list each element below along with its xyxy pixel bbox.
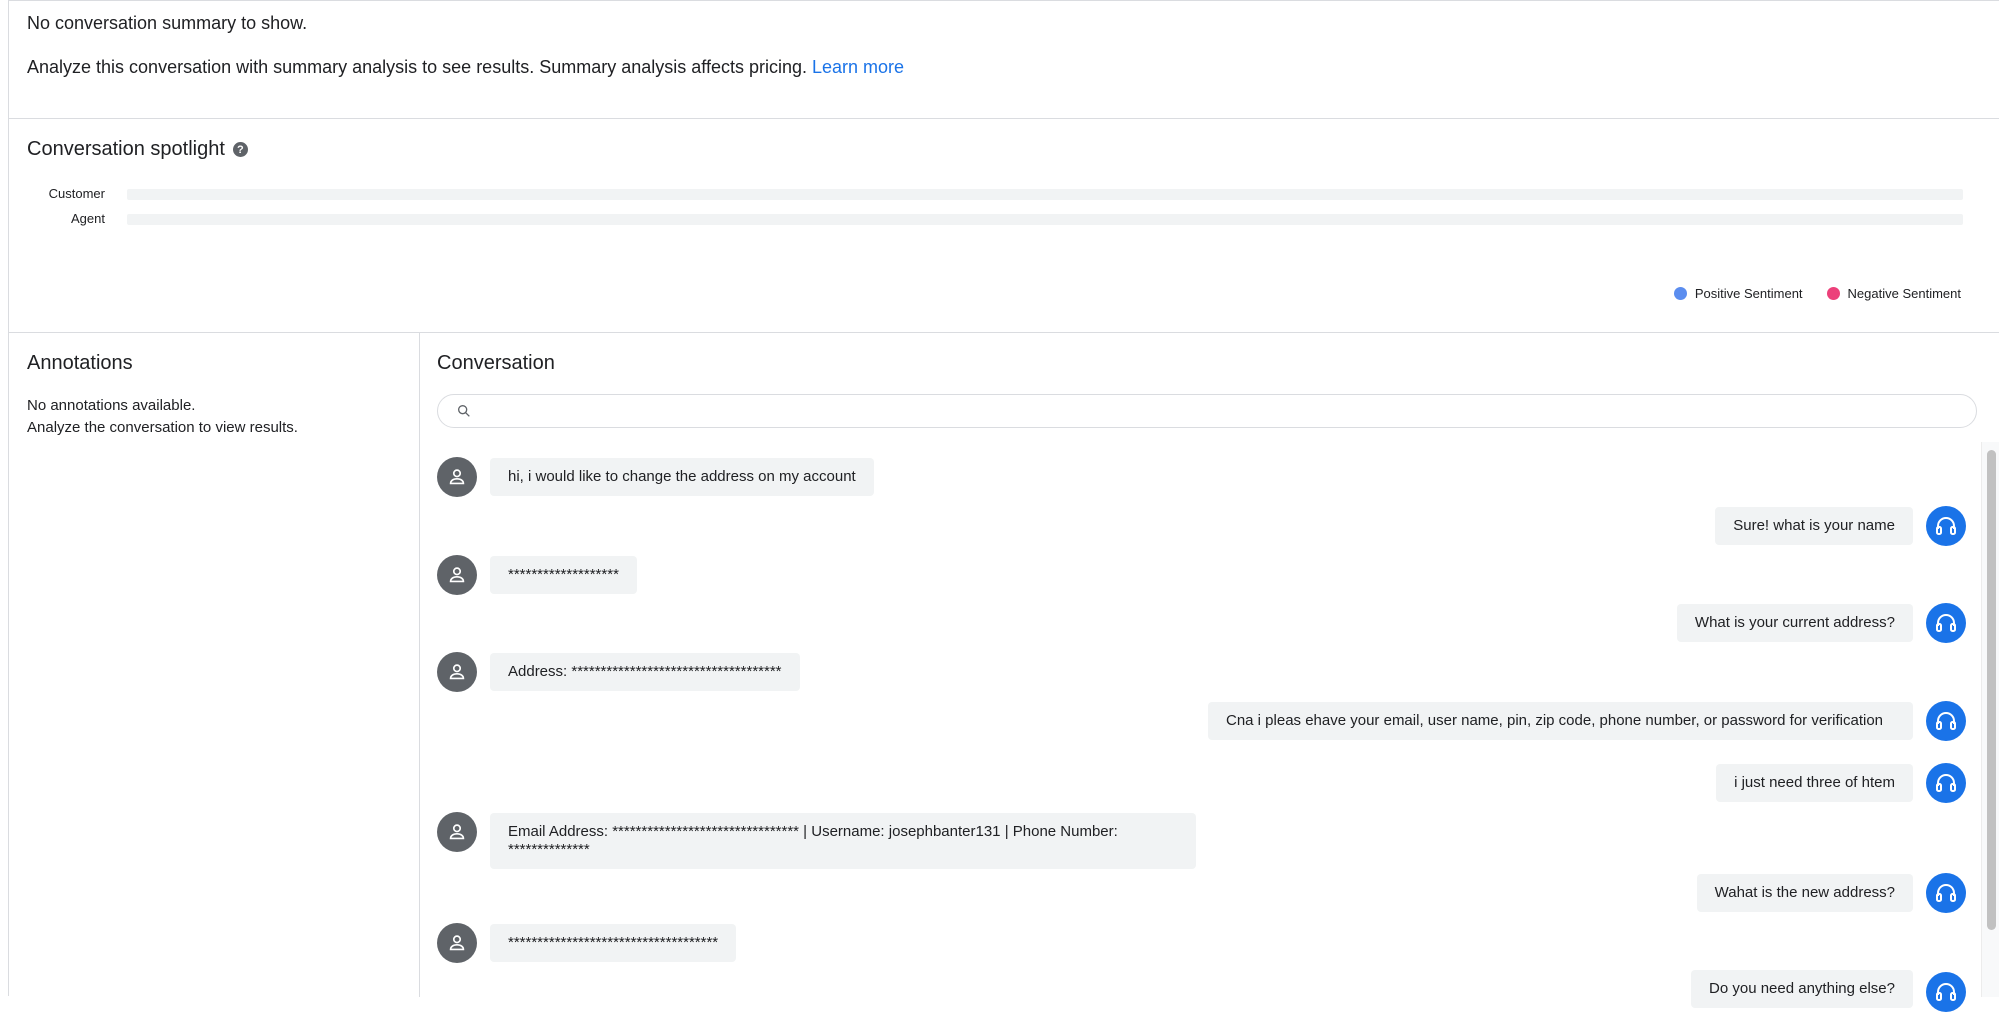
conversation-panel: Conversation hi, i would like to change … [419, 332, 1999, 1012]
headset-icon [1936, 517, 1956, 535]
message-agent: What is your current address? [1676, 603, 1966, 643]
person-icon [449, 824, 465, 840]
agent-avatar [1926, 701, 1966, 741]
headset-icon [1936, 884, 1956, 902]
agent-sentiment-track [127, 214, 1963, 225]
message-text: Cna i pleas ehave your email, user name,… [1208, 702, 1913, 740]
message-text: Address: *******************************… [490, 653, 800, 691]
person-icon [449, 567, 465, 583]
customer-avatar [437, 812, 477, 852]
conversation-title: Conversation [437, 352, 555, 374]
annotations-line2: Analyze the conversation to view results… [27, 419, 298, 436]
annotations-line1: No annotations available. [27, 397, 196, 414]
message-customer: ******************* [437, 555, 637, 595]
customer-avatar [437, 457, 477, 497]
message-customer: hi, i would like to change the address o… [437, 457, 874, 497]
spotlight-title: Conversation spotlight [27, 138, 225, 160]
message-text: What is your current address? [1676, 604, 1913, 642]
person-icon [449, 935, 465, 951]
summary-section: No conversation summary to show. Analyze… [9, 1, 1999, 119]
message-text: Email Address: *************************… [490, 813, 1196, 869]
message-customer: ************************************ [437, 923, 737, 963]
spotlight-title-row: Conversation spotlight ? [27, 138, 248, 161]
message-agent: Wahat is the new address? [1696, 873, 1966, 913]
agent-avatar [1926, 972, 1966, 1012]
customer-avatar [437, 555, 477, 595]
conversation-spotlight: Conversation spotlight ? Customer Agent … [9, 118, 1999, 333]
message-text: Wahat is the new address? [1696, 874, 1913, 912]
summary-hint: Analyze this conversation with summary a… [27, 57, 904, 78]
search-input[interactable] [480, 402, 1976, 420]
message-customer: Email Address: *************************… [437, 812, 1196, 869]
legend-negative: Negative Sentiment [1826, 286, 1961, 301]
legend-negative-label: Negative Sentiment [1847, 286, 1961, 301]
sentiment-legend: Positive Sentiment Negative Sentiment [1673, 286, 1961, 301]
summary-empty-text: No conversation summary to show. [27, 13, 308, 33]
transcript-search[interactable] [437, 394, 1977, 428]
headset-icon [1936, 983, 1956, 1001]
person-icon [449, 664, 465, 680]
message-text: Do you need anything else? [1691, 970, 1913, 1008]
search-icon [458, 405, 470, 417]
agent-avatar [1926, 603, 1966, 643]
message-customer: Address: *******************************… [437, 652, 800, 692]
person-icon [449, 469, 465, 485]
headset-icon [1936, 774, 1956, 792]
headset-icon [1936, 712, 1956, 730]
legend-positive: Positive Sentiment [1673, 286, 1803, 301]
annotations-panel: Annotations No annotations available. An… [9, 332, 420, 997]
customer-avatar [437, 652, 477, 692]
customer-avatar [437, 923, 477, 963]
message-agent: Sure! what is your name [1715, 506, 1966, 546]
message-text: hi, i would like to change the address o… [490, 458, 874, 496]
message-agent: Do you need anything else? [1691, 970, 1966, 1012]
negative-dot-icon [1826, 287, 1840, 300]
annotations-title: Annotations [27, 352, 133, 374]
message-text: Sure! what is your name [1715, 507, 1913, 545]
track-label-agent: Agent [71, 211, 105, 226]
headset-icon [1936, 614, 1956, 632]
message-agent: i just need three of htem [1716, 763, 1966, 803]
summary-hint-text: Analyze this conversation with summary a… [27, 57, 807, 77]
positive-dot-icon [1673, 287, 1687, 300]
help-icon[interactable]: ? [232, 142, 248, 157]
message-agent: Cna i pleas ehave your email, user name,… [1208, 701, 1966, 741]
agent-avatar [1926, 763, 1966, 803]
scrollbar-thumb[interactable] [1987, 450, 1996, 930]
legend-positive-label: Positive Sentiment [1694, 286, 1803, 301]
call-details-panel: No conversation summary to show. Analyze… [8, 0, 1999, 1012]
learn-more-link[interactable]: Learn more [812, 57, 904, 77]
agent-avatar [1926, 506, 1966, 546]
message-text: ******************* [490, 556, 637, 594]
message-text: i just need three of htem [1716, 764, 1913, 802]
track-label-customer: Customer [48, 186, 105, 201]
message-text: ************************************ [490, 924, 737, 962]
annotations-empty: No annotations available. Analyze the co… [27, 395, 298, 439]
agent-avatar [1926, 873, 1966, 913]
customer-sentiment-track [127, 189, 1963, 200]
